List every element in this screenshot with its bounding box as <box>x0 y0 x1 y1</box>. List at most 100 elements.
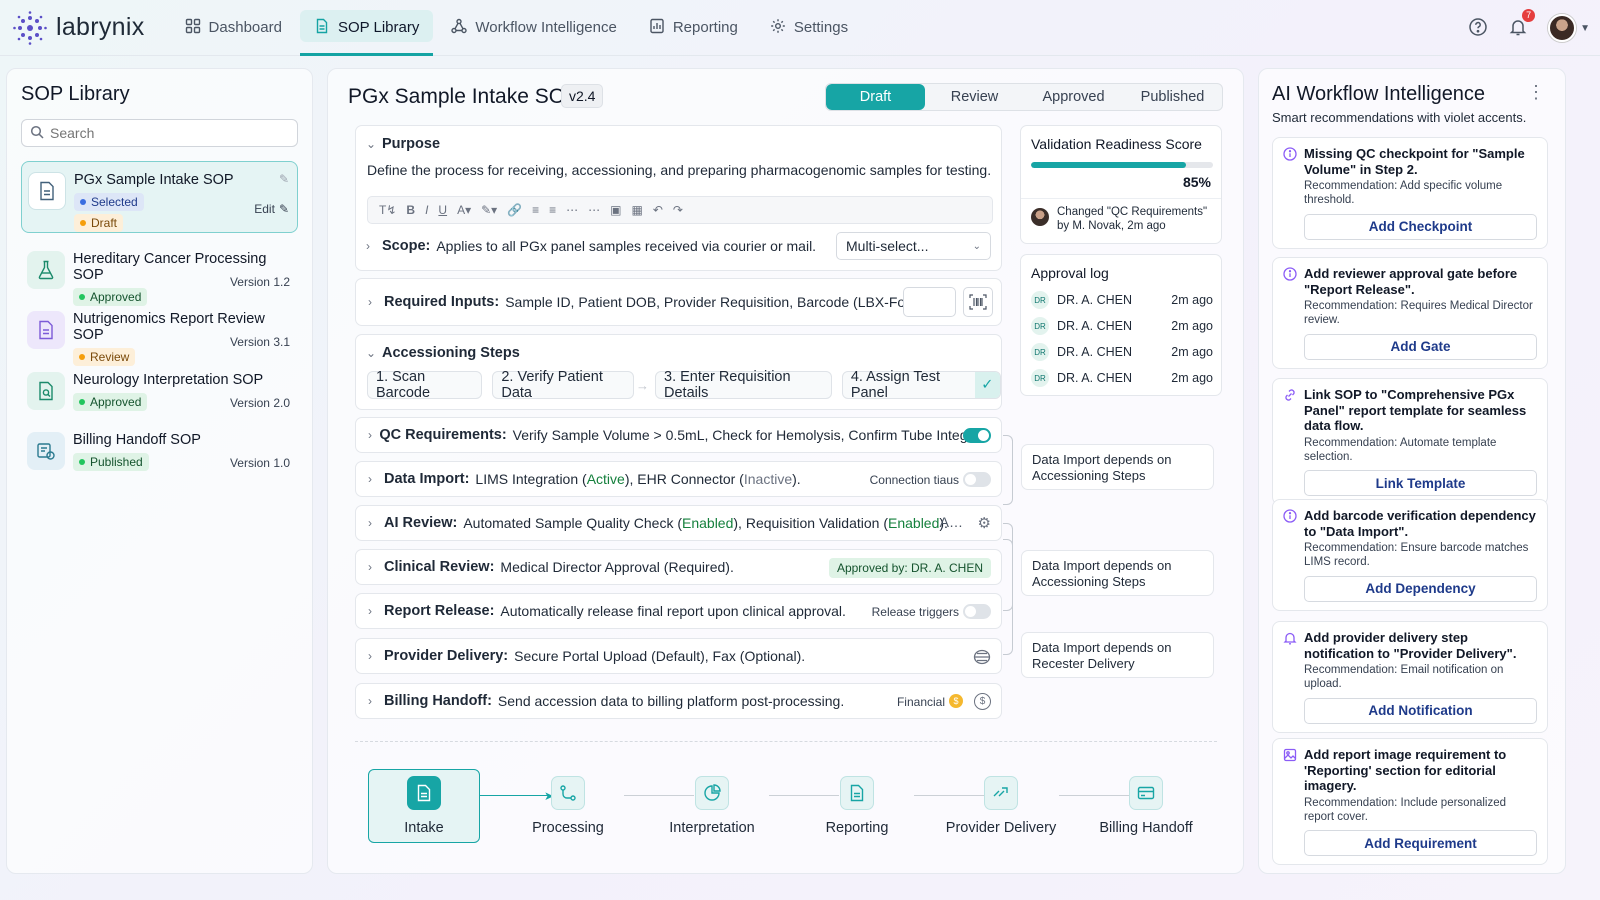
inputs-text: Sample ID, Patient DOB, Provider Requisi… <box>505 294 942 310</box>
scope-multi-select[interactable]: Multi-select... ⌄ <box>836 232 991 260</box>
scope-text: Applies to all PGx panel samples receive… <box>436 238 817 254</box>
notifications-button[interactable]: 7 <box>1508 8 1536 40</box>
document-icon <box>314 18 330 38</box>
purpose-text[interactable]: Define the process for receiving, access… <box>367 162 991 178</box>
status-badge: Approved <box>73 393 148 411</box>
sop-item-billing-handoff[interactable]: Billing Handoff SOP Published Version 1.… <box>21 422 298 494</box>
undo-icon[interactable]: ↶ <box>653 203 663 217</box>
text-style-icon[interactable]: T↯ <box>379 203 396 217</box>
list-item: DR DR. A. CHEN 2m ago <box>1031 287 1213 313</box>
top-right-actions: 7 ▼ <box>1468 0 1590 56</box>
flow-step-processing[interactable]: Processing <box>512 769 624 843</box>
chevron-right-icon[interactable]: › <box>368 516 384 530</box>
report-icon <box>649 18 665 38</box>
bullet-list-icon[interactable]: ⋯ <box>566 203 578 217</box>
delivery-settings-icon[interactable] <box>973 648 991 669</box>
table-icon[interactable]: ▦ <box>632 203 643 217</box>
ai-text: ), Requisition Validation ( <box>733 515 888 531</box>
step-verify-patient-data[interactable]: 2. Verify Patient Data <box>492 369 635 401</box>
add-gate-button[interactable]: Add Gate <box>1304 333 1537 360</box>
highlight-icon[interactable]: ✎▾ <box>481 203 497 217</box>
section-label: Report Release: <box>384 603 495 619</box>
clinical-review-row: › Clinical Review: Medical Director Appr… <box>355 549 1002 585</box>
logo[interactable]: labrynix <box>12 10 145 46</box>
grid-icon <box>185 18 201 38</box>
flow-step-reporting[interactable]: Reporting <box>801 769 913 843</box>
tab-draft[interactable]: Draft <box>826 84 925 110</box>
section-label: Scope: <box>382 238 431 254</box>
tab-approved[interactable]: Approved <box>1024 84 1123 110</box>
add-dependency-button[interactable]: Add Dependency <box>1304 575 1537 602</box>
section-label: Required Inputs: <box>384 294 500 310</box>
dependency-note[interactable]: Data Import depends on Accessioning Step… <box>1021 444 1214 490</box>
chevron-right-icon[interactable]: › <box>368 428 379 442</box>
add-notification-button[interactable]: Add Notification <box>1304 697 1537 724</box>
tab-review[interactable]: Review <box>925 84 1024 110</box>
link-template-button[interactable]: Link Template <box>1304 470 1537 497</box>
add-requirement-button[interactable]: Add Requirement <box>1304 830 1537 857</box>
step-enter-requisition[interactable]: 3. Enter Requisition Details <box>655 369 832 401</box>
chevron-right-icon[interactable]: › <box>368 649 384 663</box>
chevron-right-icon[interactable]: › <box>368 604 384 618</box>
transfer-icon <box>984 776 1018 810</box>
numbered-list-icon[interactable]: ≡ <box>532 203 539 217</box>
dependency-connector <box>1003 435 1013 505</box>
chevron-right-icon[interactable]: › <box>366 239 382 253</box>
gear-icon[interactable]: ⚙ <box>978 514 991 532</box>
clinical-text: Medical Director Approval (Required). <box>500 559 734 575</box>
search-input[interactable] <box>50 125 280 141</box>
document-icon <box>28 172 66 210</box>
nav-sop-library[interactable]: SOP Library <box>299 0 434 56</box>
ordered-list-icon[interactable]: ≡ <box>549 203 556 217</box>
recommendation-desc: Recommendation: Requires Medical Directo… <box>1304 300 1533 326</box>
accessioning-header[interactable]: ⌄ Accessioning Steps <box>366 345 526 361</box>
qc-toggle[interactable] <box>963 428 991 443</box>
flow-step-provider-delivery[interactable]: Provider Delivery <box>945 769 1057 843</box>
dependency-note[interactable]: Data Import depends on Recester Delivery <box>1021 632 1214 678</box>
chevron-right-icon[interactable]: › <box>368 560 384 574</box>
nav-dashboard[interactable]: Dashboard <box>171 0 296 56</box>
nav-reporting[interactable]: Reporting <box>635 0 752 56</box>
image-icon[interactable]: ▣ <box>610 203 621 217</box>
ai-text-icon[interactable]: A… <box>940 514 963 530</box>
release-toggle[interactable] <box>963 604 991 619</box>
notification-badge: 7 <box>1522 8 1536 22</box>
chevron-right-icon[interactable]: › <box>368 295 384 309</box>
add-checkpoint-button[interactable]: Add Checkpoint <box>1304 213 1537 240</box>
font-color-icon[interactable]: A▾ <box>457 203 471 217</box>
flow-step-billing-handoff[interactable]: Billing Handoff <box>1090 769 1202 843</box>
flow-step-interpretation[interactable]: Interpretation <box>656 769 768 843</box>
barcode-input[interactable] <box>903 287 956 317</box>
tab-published[interactable]: Published <box>1123 84 1222 110</box>
nav-workflow-intelligence[interactable]: Workflow Intelligence <box>437 0 630 56</box>
chevron-right-icon[interactable]: › <box>368 694 384 708</box>
sop-item-pgx-sample-intake[interactable]: PGx Sample Intake SOP Selected Draft ✎ E… <box>21 161 298 233</box>
step-scan-barcode[interactable]: 1. Scan Barcode <box>367 369 483 401</box>
step-assign-test-panel[interactable]: 4. Assign Test Panel ✓ <box>841 369 1001 401</box>
barcode-scan-button[interactable] <box>963 287 993 317</box>
italic-icon[interactable]: I <box>425 203 428 217</box>
more-options-icon[interactable]: ⋮ <box>1527 83 1545 101</box>
chevron-right-icon[interactable]: › <box>368 472 384 486</box>
underline-icon[interactable]: U <box>438 203 447 217</box>
sop-version: Version 3.1 <box>229 335 290 349</box>
checklist-icon[interactable]: ⋯ <box>588 203 600 217</box>
document-icon <box>27 311 65 349</box>
arrow-right-icon: → <box>636 377 650 393</box>
recommendation-title: Add provider delivery step notification … <box>1304 630 1517 661</box>
flow-step-intake[interactable]: Intake <box>368 769 480 843</box>
redo-icon[interactable]: ↷ <box>673 203 683 217</box>
chevron-down-icon: ⌄ <box>972 240 981 252</box>
dependency-note[interactable]: Data Import depends on Accessioning Step… <box>1021 550 1214 596</box>
help-icon[interactable] <box>1468 17 1488 40</box>
link-icon[interactable]: 🔗 <box>507 203 522 217</box>
dollar-icon[interactable]: $ <box>974 693 991 710</box>
connection-toggle[interactable] <box>963 472 991 487</box>
nav-settings[interactable]: Settings <box>756 0 862 56</box>
section-label: Accessioning Steps <box>382 345 520 361</box>
purpose-header[interactable]: ⌄ Purpose <box>366 136 446 152</box>
pencil-icon: ✎ <box>278 202 289 216</box>
edit-button[interactable]: Edit ✎ <box>254 202 289 216</box>
user-menu[interactable]: ▼ <box>1548 14 1590 42</box>
bold-icon[interactable]: B <box>406 203 415 217</box>
